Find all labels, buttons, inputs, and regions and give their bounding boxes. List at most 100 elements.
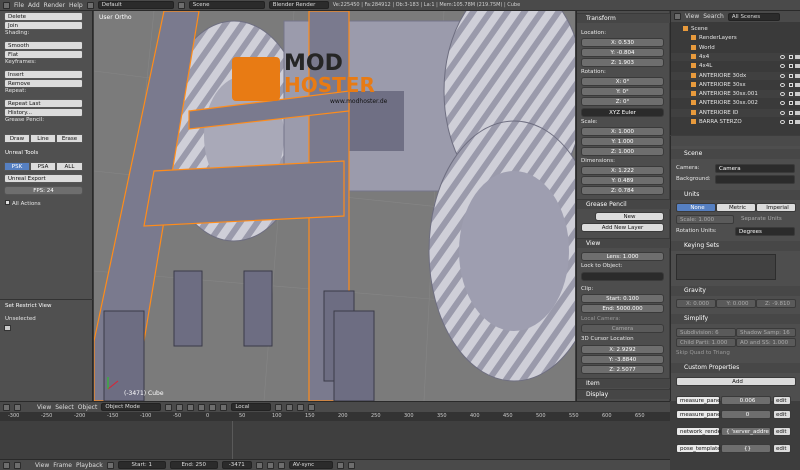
keying-sets-header[interactable]: Keying Sets bbox=[671, 241, 800, 251]
select-arrow-icon[interactable] bbox=[789, 120, 793, 124]
lock-icon[interactable] bbox=[286, 403, 294, 411]
jump-start-icon[interactable] bbox=[255, 461, 263, 469]
display-header[interactable]: Display bbox=[577, 389, 670, 399]
timeline-editor-icon[interactable] bbox=[3, 461, 10, 469]
outliner-item[interactable]: 4x4L bbox=[671, 62, 800, 71]
collapse-menu-icon[interactable] bbox=[14, 403, 21, 411]
outliner-item[interactable]: Scene bbox=[671, 25, 800, 33]
edit-button[interactable]: edit bbox=[773, 396, 791, 405]
cursor-y[interactable]: Y: -3.8840 bbox=[581, 355, 664, 364]
location-z[interactable]: Z: 1.903 bbox=[581, 58, 664, 67]
eye-icon[interactable] bbox=[780, 64, 785, 69]
mode-select[interactable]: Object Mode bbox=[101, 403, 162, 411]
render-engine-select[interactable]: Blender Render bbox=[268, 1, 329, 9]
keying-sets-list[interactable] bbox=[676, 254, 776, 280]
eye-icon[interactable] bbox=[780, 92, 785, 97]
unreal-export-button[interactable]: Unreal Export bbox=[4, 174, 83, 183]
eye-icon[interactable] bbox=[780, 82, 785, 87]
unit-metric-tab[interactable]: Metric bbox=[716, 203, 756, 212]
orientation-select[interactable]: Local bbox=[231, 403, 272, 411]
unselected-checkbox[interactable] bbox=[4, 325, 11, 331]
outliner-editor-icon[interactable] bbox=[674, 13, 681, 20]
keying-icon[interactable] bbox=[336, 461, 344, 469]
custom-prop-name[interactable]: measure_panel bbox=[676, 396, 722, 405]
menu-render[interactable]: Render bbox=[44, 2, 65, 9]
lens-field[interactable]: Lens: 1.000 bbox=[581, 252, 664, 261]
outliner-item[interactable]: ANTERIORE 30sx.001 bbox=[671, 90, 800, 99]
format-tab-psa[interactable]: PSA bbox=[30, 162, 56, 171]
add-custom-property-button[interactable]: Add bbox=[676, 377, 796, 386]
dimension-y[interactable]: Y: 0.489 bbox=[581, 176, 664, 185]
child-particles-field[interactable]: Child Parti: 1.000 bbox=[676, 338, 736, 347]
outliner-item[interactable]: World bbox=[671, 44, 800, 52]
edit-button[interactable]: edit bbox=[773, 444, 791, 453]
custom-prop-name[interactable]: pose_template bbox=[676, 444, 721, 453]
tool-button-0[interactable]: Delete bbox=[4, 12, 83, 21]
timeline[interactable]: -300 -250 -200 -150 -100 -50 0 50 100 150 200 250 30… bbox=[0, 412, 670, 459]
item-header[interactable]: Item bbox=[577, 378, 670, 388]
tool-button-1[interactable]: Join bbox=[4, 21, 83, 30]
tool-button-3[interactable]: Smooth bbox=[4, 41, 83, 50]
add-layer-button[interactable]: Add New Layer bbox=[581, 223, 664, 232]
outliner-item[interactable]: ANTERIORE 30dx bbox=[671, 71, 800, 80]
background-select[interactable] bbox=[715, 175, 795, 184]
rotation-mode-select[interactable]: XYZ Euler bbox=[581, 108, 664, 117]
render-camera-icon[interactable] bbox=[795, 73, 800, 78]
tool-button-7[interactable]: Remove bbox=[4, 79, 83, 88]
eye-icon[interactable] bbox=[780, 110, 785, 115]
eye-icon[interactable] bbox=[780, 120, 785, 124]
render-camera-icon[interactable] bbox=[795, 92, 800, 97]
custom-prop-name[interactable]: network_rende bbox=[676, 427, 721, 436]
location-y[interactable]: Y: -0.804 bbox=[581, 48, 664, 57]
menu-file[interactable]: File bbox=[14, 2, 24, 9]
outliner-menu-search[interactable]: Search bbox=[703, 13, 724, 20]
select-arrow-icon[interactable] bbox=[789, 92, 793, 97]
select-arrow-icon[interactable] bbox=[789, 82, 793, 87]
viewport-menu-view[interactable]: View bbox=[37, 404, 51, 411]
subdivision-field[interactable]: Subdivision: 6 bbox=[676, 328, 736, 337]
clip-start[interactable]: Start: 0.100 bbox=[581, 294, 664, 303]
select-arrow-icon[interactable] bbox=[789, 110, 793, 115]
tool-button-4[interactable]: Flat bbox=[4, 50, 83, 59]
viewport-menu-object[interactable]: Object bbox=[78, 404, 98, 411]
outliner-item[interactable]: ANTERIORE 30sx bbox=[671, 80, 800, 89]
translate-icon[interactable] bbox=[198, 403, 206, 411]
sync-select[interactable]: AV-sync bbox=[288, 461, 333, 469]
grease-pencil-header[interactable]: Grease Pencil bbox=[577, 199, 670, 209]
timeline-menu-view[interactable]: View bbox=[35, 462, 49, 469]
dimension-x[interactable]: X: 1.222 bbox=[581, 166, 664, 175]
gravity-panel-header[interactable]: Gravity bbox=[671, 286, 800, 296]
cursor-x[interactable]: X: 2.9292 bbox=[581, 345, 664, 354]
eye-icon[interactable] bbox=[780, 101, 785, 106]
outliner-item[interactable]: 4x4 bbox=[671, 52, 800, 61]
eye-icon[interactable] bbox=[780, 54, 785, 59]
select-arrow-icon[interactable] bbox=[789, 73, 793, 78]
cursor-z[interactable]: Z: 2.5077 bbox=[581, 365, 664, 374]
format-tab-psk[interactable]: PSK bbox=[4, 162, 30, 171]
unit-none-tab[interactable]: None bbox=[676, 203, 716, 212]
view-header[interactable]: View bbox=[577, 238, 670, 248]
rotation-x[interactable]: X: 0° bbox=[581, 77, 664, 86]
ao-sss-field[interactable]: AO and SS: 1.000 bbox=[736, 338, 796, 347]
current-frame-field[interactable]: -3471 bbox=[221, 461, 252, 469]
gravity-y[interactable]: Y: 0.000 bbox=[716, 299, 756, 308]
end-frame-field[interactable]: End: 250 bbox=[169, 461, 218, 469]
all-actions-checkbox[interactable]: All Actions bbox=[5, 200, 41, 207]
scene-select[interactable]: Scene bbox=[188, 1, 265, 9]
outliner-menu-view[interactable]: View bbox=[685, 13, 699, 20]
3d-viewport[interactable]: User Ortho (-3471) Cube MOD HOSTER www.m… bbox=[94, 11, 575, 401]
render-camera-icon[interactable] bbox=[795, 101, 800, 106]
unreal-tools-header[interactable]: Unreal Tools bbox=[5, 150, 38, 156]
pivot-icon[interactable] bbox=[176, 403, 184, 411]
select-arrow-icon[interactable] bbox=[789, 64, 793, 69]
outliner-item[interactable]: ANTERIORE 30sx.002 bbox=[671, 99, 800, 108]
units-panel-header[interactable]: Units bbox=[671, 190, 800, 200]
lock-object-field[interactable] bbox=[581, 272, 664, 281]
jump-end-icon[interactable] bbox=[277, 461, 285, 469]
render-camera-icon[interactable] bbox=[795, 110, 800, 115]
custom-properties-header[interactable]: Custom Properties bbox=[671, 363, 800, 373]
snap-icon[interactable] bbox=[297, 403, 305, 411]
keyframe-icon[interactable] bbox=[347, 461, 355, 469]
custom-prop-value[interactable]: {} bbox=[721, 444, 771, 453]
grease-line-button[interactable]: Line bbox=[30, 134, 56, 143]
